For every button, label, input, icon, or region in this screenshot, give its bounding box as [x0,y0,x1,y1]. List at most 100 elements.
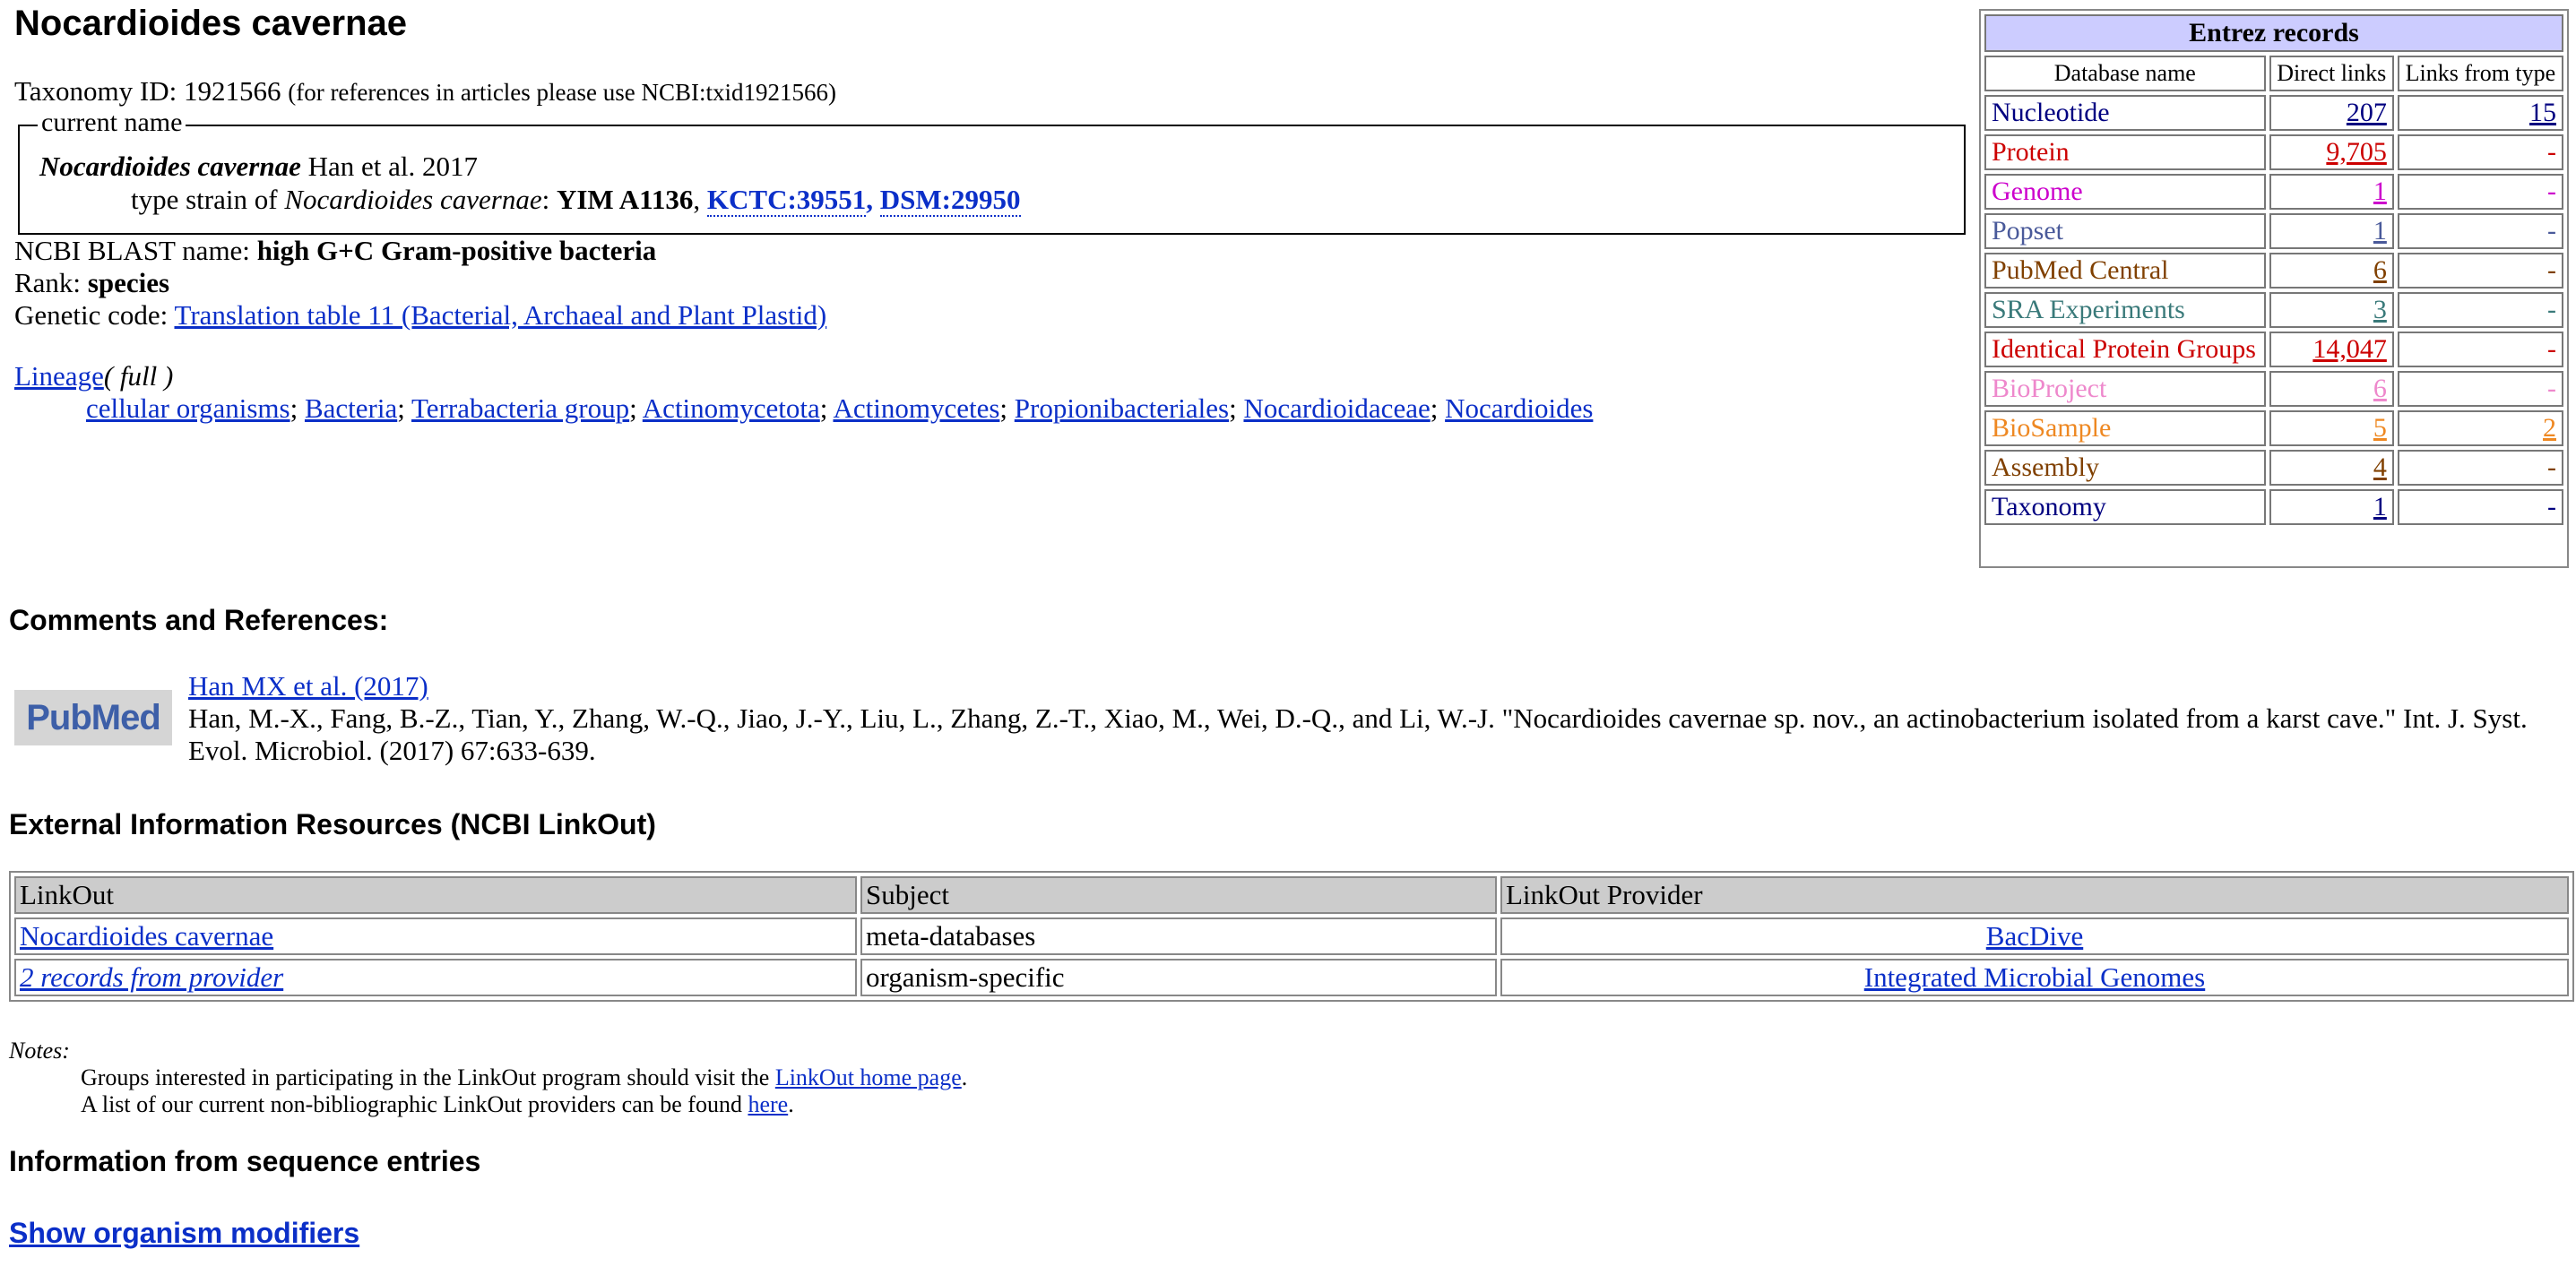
links-from-type-cell: - [2397,489,2563,525]
direct-links-link[interactable]: 4 [2373,452,2387,482]
links-from-type-cell: - [2397,292,2563,328]
links-from-type-cell: - [2397,253,2563,289]
linkout-link[interactable]: 2 records from provider [20,961,283,993]
linkout-table: LinkOut Subject LinkOut Provider Nocardi… [11,873,2572,1000]
show-organism-modifiers-link[interactable]: Show organism modifiers [9,1217,359,1250]
linkout-panel: LinkOut Subject LinkOut Provider Nocardi… [9,871,2574,1002]
subject-cell: meta-databases [860,917,1497,955]
type-strain-prefix: type strain of [131,184,278,215]
table-row: Nocardioides cavernae meta-databases Bac… [14,917,2569,955]
database-name-cell: BioSample [1984,410,2266,446]
direct-links-link[interactable]: 1 [2373,216,2387,246]
links-from-type-cell: 15 [2397,95,2563,131]
lineage-list: cellular organisms; Bacteria; Terrabacte… [86,392,1594,424]
note-line: A list of our current non-bibliographic … [81,1091,794,1118]
lineage-item[interactable]: Terrabacteria group [411,392,629,424]
pubmed-logo: PubMed [14,690,172,745]
direct-links-link[interactable]: 6 [2373,255,2387,285]
table-row: SRA Experiments 3- [1984,292,2563,328]
database-name-cell: Protein [1984,134,2266,170]
entrez-records-table: Entrez records Database name Direct link… [1981,11,2567,529]
strain-link-kctc[interactable]: KCTC:39551 [706,184,867,217]
links-from-type-cell: - [2397,450,2563,486]
note-text: . [788,1091,794,1117]
entrez-col-header: Database name [1984,56,2266,91]
current-name-value: Nocardioides cavernae [39,151,301,182]
direct-links-cell: 6 [2269,371,2394,407]
type-strain-name: Nocardioides cavernae [284,184,542,215]
direct-links-cell: 1 [2269,174,2394,210]
rank-value: species [87,267,170,298]
provider-link[interactable]: Integrated Microbial Genomes [1864,961,2205,993]
direct-links-link[interactable]: 5 [2373,413,2387,443]
note-text: Groups interested in participating in th… [81,1064,775,1090]
provider-cell: Integrated Microbial Genomes [1500,959,2569,996]
table-row: Taxonomy 1- [1984,489,2563,525]
subject-cell: organism-specific [860,959,1497,996]
direct-links-cell: 14,047 [2269,332,2394,367]
strain-link-dsm[interactable]: DSM:29950 [879,184,1021,217]
links-from-type-link[interactable]: 15 [2529,98,2556,127]
table-row: Identical Protein Groups 14,047- [1984,332,2563,367]
direct-links-cell: 1 [2269,489,2394,525]
direct-links-link[interactable]: 3 [2373,295,2387,324]
linkout-cell: Nocardioides cavernae [14,917,857,955]
linkout-col-header: LinkOut Provider [1500,876,2569,914]
table-row: Popset 1- [1984,213,2563,249]
database-name-cell: Genome [1984,174,2266,210]
note-line: Groups interested in participating in th… [81,1064,967,1091]
direct-links-cell: 9,705 [2269,134,2394,170]
linkout-cell: 2 records from provider [14,959,857,996]
lineage-link[interactable]: Lineage [14,360,104,392]
direct-links-link[interactable]: 1 [2373,492,2387,521]
direct-links-cell: 207 [2269,95,2394,131]
lineage-item[interactable]: Actinomycetes [833,392,999,424]
taxonomy-id: Taxonomy ID: 1921566 (for references in … [14,75,836,108]
linkout-col-header: Subject [860,876,1497,914]
database-name-cell: SRA Experiments [1984,292,2266,328]
linkout-col-header: LinkOut [14,876,857,914]
links-from-type-cell: - [2397,134,2563,170]
linkout-home-link[interactable]: LinkOut home page [775,1064,962,1090]
reference-link[interactable]: Han MX et al. (2017) [188,670,428,702]
lineage-item[interactable]: Actinomycetota [643,392,820,424]
database-name-cell: Assembly [1984,450,2266,486]
entrez-col-header: Links from type [2397,56,2563,91]
direct-links-link[interactable]: 9,705 [2326,137,2387,167]
database-name-cell: Nucleotide [1984,95,2266,131]
reference-link-wrap: Han MX et al. (2017) [188,670,428,702]
links-from-type-link[interactable]: 2 [2543,413,2556,443]
note-text: A list of our current non-bibliographic … [81,1091,748,1117]
reference-text: Han, M.-X., Fang, B.-Z., Tian, Y., Zhang… [188,702,2528,766]
lineage-item[interactable]: Bacteria [305,392,397,424]
lineage-item[interactable]: Nocardioides [1445,392,1593,424]
table-row: BioProject 6- [1984,371,2563,407]
provider-link[interactable]: BacDive [1986,920,2083,952]
lineage-header: Lineage( full ) [14,360,173,392]
table-row: Genome 1- [1984,174,2563,210]
genetic-code-link[interactable]: Translation table 11 (Bacterial, Archaea… [174,299,826,331]
lineage-item[interactable]: Propionibacteriales [1015,392,1229,424]
direct-links-link[interactable]: 1 [2373,177,2387,206]
linkout-link[interactable]: Nocardioides cavernae [20,920,273,952]
providers-here-link[interactable]: here [748,1091,788,1117]
type-strain-line: type strain of Nocardioides cavernae: YI… [131,184,1021,217]
direct-links-link[interactable]: 6 [2373,374,2387,403]
links-from-type-cell: 2 [2397,410,2563,446]
direct-links-link[interactable]: 14,047 [2312,334,2387,364]
lineage-full-toggle[interactable]: ( full ) [104,360,174,392]
lineage-item[interactable]: cellular organisms [86,392,290,424]
database-name-cell: Taxonomy [1984,489,2266,525]
table-row: 2 records from provider organism-specifi… [14,959,2569,996]
links-from-type-cell: - [2397,213,2563,249]
current-name-authority: Han et al. 2017 [307,151,478,182]
lineage-item[interactable]: Nocardioidaceae [1243,392,1430,424]
table-row: Nucleotide 207 15 [1984,95,2563,131]
genetic-code-label: Genetic code: [14,299,169,331]
database-name-cell: Popset [1984,213,2266,249]
links-from-type-cell: - [2397,332,2563,367]
blast-name: NCBI BLAST name: high G+C Gram-positive … [14,235,656,267]
direct-links-cell: 3 [2269,292,2394,328]
direct-links-link[interactable]: 207 [2347,98,2387,127]
notes-label: Notes: [9,1038,70,1064]
